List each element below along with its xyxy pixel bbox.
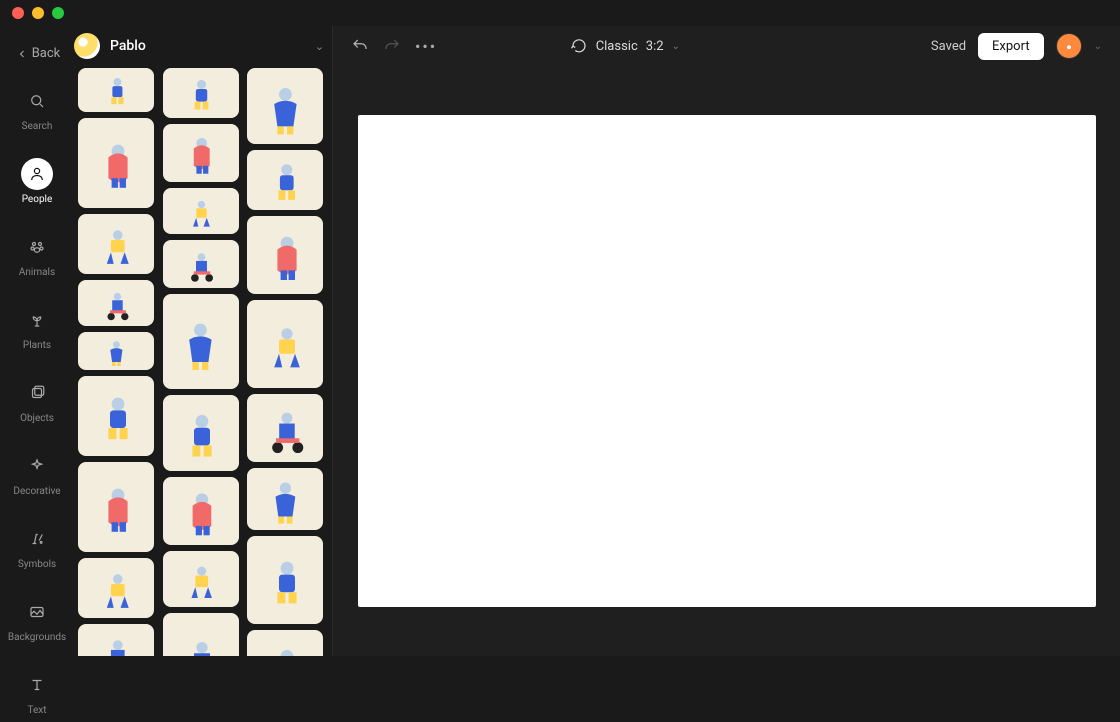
illustration-thumbnail[interactable] xyxy=(163,188,239,234)
backgrounds-icon xyxy=(21,596,53,628)
person-icon xyxy=(21,158,53,190)
plant-icon xyxy=(21,304,53,336)
category-label: Objects xyxy=(20,413,54,424)
category-label: Search xyxy=(22,121,53,132)
maximize-window[interactable] xyxy=(52,7,64,19)
text-icon xyxy=(21,669,53,701)
redo-button[interactable] xyxy=(383,37,401,55)
library-name: Pablo xyxy=(110,38,146,54)
canvas-viewport xyxy=(333,66,1120,656)
illustration-thumbnail[interactable] xyxy=(78,624,154,656)
illustration-thumbnail[interactable] xyxy=(247,300,323,388)
category-label: Text xyxy=(27,705,46,716)
category-decorative[interactable]: Decorative xyxy=(11,444,63,503)
category-search[interactable]: Search xyxy=(11,79,63,138)
close-window[interactable] xyxy=(12,7,24,19)
chevron-down-icon[interactable]: ⌄ xyxy=(315,40,324,53)
illustration-thumbnail[interactable] xyxy=(163,613,239,656)
undo-button[interactable] xyxy=(351,37,369,55)
category-people[interactable]: People xyxy=(11,152,63,211)
illustration-thumbnail[interactable] xyxy=(78,376,154,456)
export-button[interactable]: Export xyxy=(978,33,1044,60)
category-label: People xyxy=(22,194,53,205)
illustration-thumbnail[interactable] xyxy=(247,536,323,624)
illustration-thumbnail[interactable] xyxy=(163,124,239,182)
back-button[interactable]: Back xyxy=(0,46,74,61)
illustration-thumbnail[interactable] xyxy=(247,394,323,462)
ratio-label: Classic xyxy=(596,39,638,54)
category-label: Symbols xyxy=(18,559,56,570)
category-sidebar: Back Search People Animals Plants Objects Dec… xyxy=(0,26,74,656)
category-objects[interactable]: Objects xyxy=(11,371,63,430)
library-panel: Pablo ⌄ xyxy=(74,26,332,656)
illustration-thumbnail[interactable] xyxy=(163,68,239,118)
canvas[interactable] xyxy=(358,115,1096,607)
objects-icon xyxy=(21,377,53,409)
library-avatar xyxy=(74,33,100,59)
illustration-thumbnail[interactable] xyxy=(163,551,239,607)
category-backgrounds[interactable]: Backgrounds xyxy=(11,590,63,649)
search-icon xyxy=(21,85,53,117)
user-avatar[interactable] xyxy=(1056,33,1082,59)
category-plants[interactable]: Plants xyxy=(11,298,63,357)
topbar: ••• Classic 3:2 ⌄ Saved Export ⌄ xyxy=(333,26,1120,66)
undo-icon xyxy=(351,37,369,55)
illustration-thumbnail[interactable] xyxy=(247,468,323,530)
chevron-down-icon[interactable]: ⌄ xyxy=(1094,41,1102,52)
redo-icon xyxy=(383,37,401,55)
category-label: Decorative xyxy=(13,486,60,497)
illustration-thumbnail[interactable] xyxy=(78,214,154,274)
main-area: ••• Classic 3:2 ⌄ Saved Export ⌄ xyxy=(332,26,1120,656)
category-label: Backgrounds xyxy=(8,632,66,643)
paw-icon xyxy=(21,231,53,263)
illustration-thumbnail[interactable] xyxy=(78,68,154,112)
library-header[interactable]: Pablo ⌄ xyxy=(74,26,332,66)
illustration-thumbnail[interactable] xyxy=(163,395,239,471)
rotate-icon xyxy=(570,37,588,55)
illustration-thumbnail[interactable] xyxy=(78,280,154,326)
chevron-down-icon: ⌄ xyxy=(672,41,680,52)
category-animals[interactable]: Animals xyxy=(11,225,63,284)
window-titlebar xyxy=(0,0,1120,26)
category-symbols[interactable]: Symbols xyxy=(11,517,63,576)
illustration-thumbnail[interactable] xyxy=(247,216,323,294)
illustration-thumbnail[interactable] xyxy=(78,118,154,208)
illustration-thumbnail[interactable] xyxy=(247,630,323,656)
illustration-thumbnail[interactable] xyxy=(163,477,239,545)
illustration-thumbnail[interactable] xyxy=(163,240,239,288)
arrow-left-icon xyxy=(16,48,28,60)
illustration-thumbnail[interactable] xyxy=(247,68,323,144)
more-menu[interactable]: ••• xyxy=(415,37,437,56)
back-label: Back xyxy=(32,46,61,61)
save-status: Saved xyxy=(931,39,966,54)
ratio-value: 3:2 xyxy=(646,39,664,54)
illustration-thumbnail[interactable] xyxy=(163,294,239,389)
ratio-selector[interactable]: Classic 3:2 ⌄ xyxy=(570,37,680,55)
category-label: Plants xyxy=(23,340,51,351)
illustration-thumbnail[interactable] xyxy=(78,332,154,370)
category-text[interactable]: Text xyxy=(11,663,63,722)
sparkle-icon xyxy=(21,450,53,482)
illustration-thumbnail[interactable] xyxy=(247,150,323,210)
symbols-icon xyxy=(21,523,53,555)
minimize-window[interactable] xyxy=(32,7,44,19)
thumbnail-grid xyxy=(74,66,332,656)
illustration-thumbnail[interactable] xyxy=(78,462,154,552)
illustration-thumbnail[interactable] xyxy=(78,558,154,618)
category-label: Animals xyxy=(19,267,55,278)
